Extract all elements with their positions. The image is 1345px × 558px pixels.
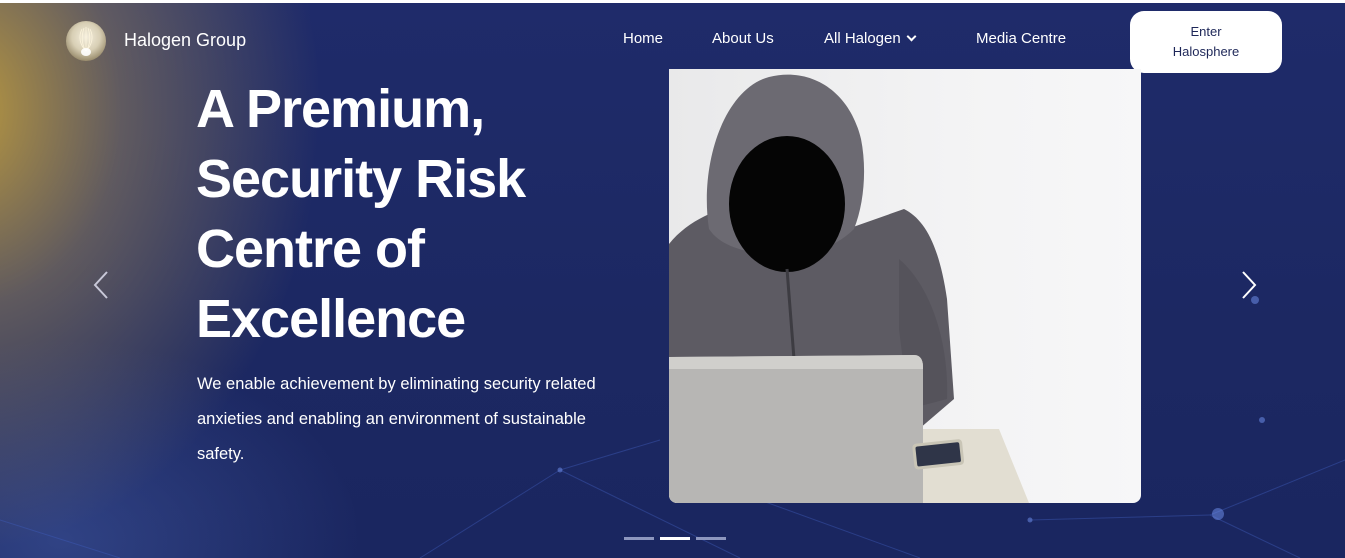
- subtext-line-2: anxieties and enabling an environment of…: [197, 410, 586, 428]
- nav-about-us[interactable]: About Us: [712, 30, 774, 47]
- chevron-down-icon: [906, 31, 917, 42]
- nav-all-halogen[interactable]: All Halogen: [824, 30, 917, 47]
- chevron-left-icon: [93, 271, 108, 299]
- headline-line-1: A Premium,: [196, 79, 485, 139]
- hero-subtext: We enable achievement by eliminating sec…: [197, 367, 637, 472]
- top-navigation: Halogen Group Home About Us All Halogen …: [0, 3, 1345, 73]
- hero-headline: A Premium, Security Risk Centre of Excel…: [196, 74, 616, 354]
- nav-home[interactable]: Home: [623, 30, 663, 47]
- hero-image-hooded-figure: [669, 69, 1141, 503]
- headline-line-2: Security Risk: [196, 149, 526, 209]
- headline-line-3: Centre of: [196, 219, 425, 279]
- cta-line-1: Enter: [1190, 24, 1222, 39]
- carousel-dot-3[interactable]: [696, 537, 726, 540]
- nav-all-halogen-label: All Halogen: [824, 30, 901, 47]
- headline-line-4: Excellence: [196, 289, 466, 349]
- carousel-dot-2[interactable]: [660, 537, 690, 540]
- brand-name[interactable]: Halogen Group: [124, 30, 246, 51]
- halogen-logo-icon[interactable]: [66, 21, 106, 61]
- nav-media-centre[interactable]: Media Centre: [976, 30, 1066, 47]
- carousel-dot-1[interactable]: [624, 537, 654, 540]
- carousel-next-button[interactable]: [1238, 270, 1258, 300]
- subtext-line-1: We enable achievement by eliminating sec…: [197, 375, 596, 393]
- hero-section: Halogen Group Home About Us All Halogen …: [0, 0, 1345, 558]
- enter-halosphere-button[interactable]: Enter Halosphere: [1130, 11, 1282, 73]
- cta-line-2: Halosphere: [1172, 44, 1240, 59]
- subtext-line-3: safety.: [197, 445, 245, 463]
- chevron-right-icon: [1242, 271, 1257, 299]
- carousel-prev-button[interactable]: [92, 270, 112, 300]
